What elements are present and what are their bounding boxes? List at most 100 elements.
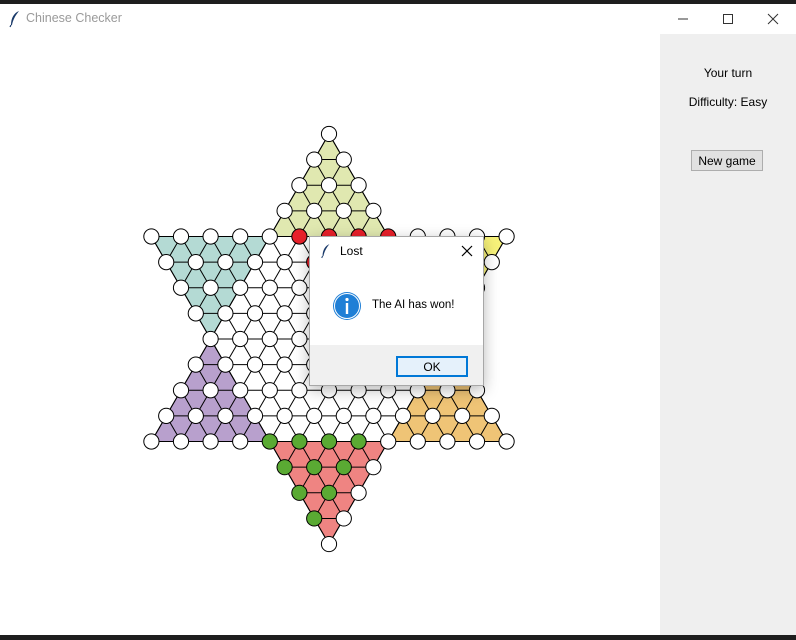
- board-hole[interactable]: [202, 228, 219, 245]
- red-marble[interactable]: [291, 228, 308, 245]
- green-marble[interactable]: [291, 484, 308, 501]
- board-hole[interactable]: [365, 459, 382, 476]
- window-title: Chinese Checker: [26, 11, 122, 25]
- board-hole[interactable]: [246, 305, 264, 322]
- board-hole[interactable]: [187, 305, 204, 322]
- board-hole[interactable]: [217, 407, 234, 425]
- board-hole[interactable]: [172, 382, 190, 399]
- board-hole[interactable]: [335, 510, 352, 527]
- side-panel: Your turn Difficulty: Easy New game: [660, 34, 796, 635]
- dialog-message: The AI has won!: [372, 299, 455, 311]
- green-marble[interactable]: [350, 433, 367, 450]
- board-hole[interactable]: [261, 382, 278, 399]
- board-hole[interactable]: [202, 382, 219, 399]
- info-icon: [333, 292, 361, 320]
- board-hole[interactable]: [306, 202, 323, 219]
- board-hole[interactable]: [320, 125, 338, 143]
- board-hole[interactable]: [335, 151, 352, 168]
- board-hole[interactable]: [143, 228, 160, 245]
- board-hole[interactable]: [350, 484, 367, 501]
- board-hole[interactable]: [483, 253, 500, 271]
- dialog-title: Lost: [340, 244, 363, 258]
- board-hole[interactable]: [217, 253, 234, 271]
- close-button[interactable]: [750, 4, 796, 34]
- ok-button[interactable]: OK: [396, 356, 468, 377]
- green-marble[interactable]: [261, 433, 278, 450]
- board-hole[interactable]: [498, 228, 515, 245]
- maximize-button[interactable]: [705, 4, 751, 34]
- board-hole[interactable]: [335, 407, 352, 425]
- board-hole[interactable]: [394, 407, 412, 425]
- board-hole[interactable]: [172, 433, 190, 450]
- board-hole[interactable]: [409, 433, 426, 450]
- board-hole[interactable]: [232, 228, 249, 245]
- board-hole[interactable]: [232, 279, 249, 296]
- board-hole[interactable]: [187, 356, 204, 373]
- board-hole[interactable]: [202, 279, 219, 296]
- new-game-button[interactable]: New game: [691, 150, 763, 171]
- minimize-icon: [678, 18, 688, 20]
- feather-icon: [321, 244, 330, 259]
- board-hole[interactable]: [172, 279, 190, 296]
- close-icon: [767, 13, 779, 25]
- board-hole[interactable]: [261, 228, 278, 245]
- board-hole[interactable]: [276, 305, 293, 322]
- board-hole[interactable]: [291, 382, 308, 399]
- board-hole[interactable]: [261, 330, 278, 348]
- dialog-title-bar: Lost: [310, 237, 483, 265]
- board-hole[interactable]: [246, 356, 264, 373]
- board-hole[interactable]: [291, 279, 308, 296]
- board-hole[interactable]: [365, 407, 382, 425]
- board-hole[interactable]: [187, 253, 204, 271]
- turn-status: Your turn: [703, 66, 753, 80]
- maximize-icon: [723, 14, 733, 24]
- board-hole[interactable]: [365, 202, 382, 219]
- green-marble[interactable]: [276, 459, 293, 476]
- feather-icon: [9, 11, 19, 28]
- board-hole[interactable]: [276, 202, 293, 219]
- board-hole[interactable]: [276, 356, 293, 373]
- board-hole[interactable]: [202, 330, 219, 348]
- board-hole[interactable]: [380, 433, 397, 450]
- board-hole[interactable]: [232, 330, 249, 348]
- title-bar: Chinese Checker: [0, 4, 796, 34]
- board-hole[interactable]: [439, 433, 456, 450]
- board-hole[interactable]: [320, 535, 338, 553]
- board-hole[interactable]: [306, 151, 323, 168]
- board-hole[interactable]: [350, 177, 367, 194]
- board-hole[interactable]: [187, 407, 204, 425]
- board-hole[interactable]: [291, 330, 308, 348]
- board-hole[interactable]: [202, 433, 219, 450]
- green-marble[interactable]: [335, 459, 352, 476]
- minimize-button[interactable]: [660, 4, 706, 34]
- board-hole[interactable]: [261, 279, 278, 296]
- board-hole[interactable]: [217, 305, 234, 322]
- board-hole[interactable]: [276, 253, 293, 271]
- board-hole[interactable]: [498, 433, 515, 450]
- board-hole[interactable]: [468, 433, 486, 450]
- green-marble[interactable]: [306, 510, 323, 527]
- board-hole[interactable]: [246, 407, 264, 425]
- board-hole[interactable]: [335, 202, 352, 219]
- green-marble[interactable]: [306, 459, 323, 476]
- board-hole[interactable]: [232, 433, 249, 450]
- board-hole[interactable]: [143, 433, 160, 450]
- board-hole[interactable]: [276, 407, 293, 425]
- board-hole[interactable]: [306, 407, 323, 425]
- dialog-close-icon[interactable]: [460, 244, 474, 258]
- board-hole[interactable]: [483, 407, 500, 425]
- green-marble[interactable]: [320, 433, 338, 450]
- dialog-body: The AI has won!: [310, 265, 483, 345]
- board-hole[interactable]: [454, 407, 471, 425]
- board-hole[interactable]: [232, 382, 249, 399]
- green-marble[interactable]: [320, 484, 338, 501]
- board-hole[interactable]: [291, 177, 308, 194]
- board-hole[interactable]: [320, 177, 338, 194]
- board-hole[interactable]: [246, 253, 264, 271]
- board-hole[interactable]: [158, 253, 175, 271]
- green-marble[interactable]: [291, 433, 308, 450]
- board-hole[interactable]: [172, 228, 190, 245]
- board-hole[interactable]: [217, 356, 234, 373]
- board-hole[interactable]: [158, 407, 175, 425]
- board-hole[interactable]: [424, 407, 441, 425]
